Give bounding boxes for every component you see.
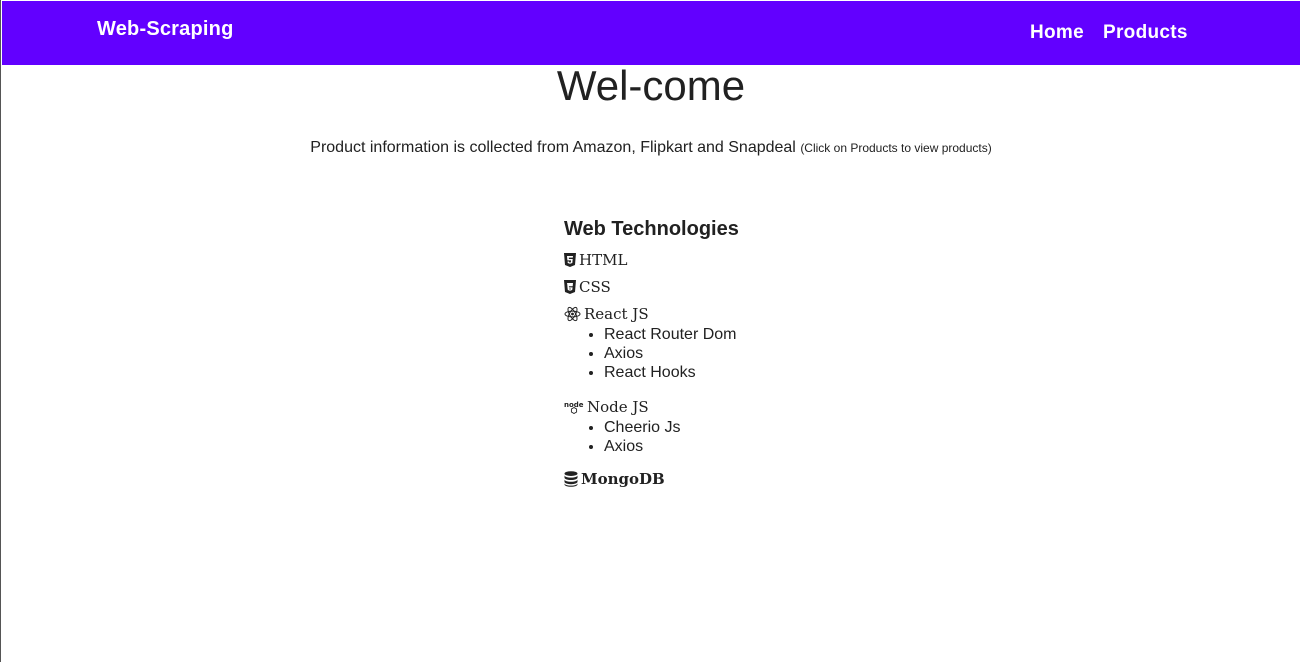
tech-label-node: Node JS (587, 398, 649, 416)
list-item: Axios (604, 344, 864, 363)
list-item: React Hooks (604, 363, 864, 382)
intro-note: (Click on Products to view products) (800, 141, 992, 155)
node-sub-list: Cheerio Js Axios (564, 418, 864, 456)
page: Web-Scraping Home Products Wel-come Prod… (0, 0, 1300, 662)
react-sub-list: React Router Dom Axios React Hooks (564, 325, 864, 382)
list-item: React Router Dom (604, 325, 864, 344)
web-technologies-section: Web Technologies HTML CSS React JS • Rea… (564, 216, 864, 490)
list-item: Cheerio Js (604, 418, 864, 437)
tech-item-html: HTML (564, 249, 864, 271)
tech-label-mongodb: MongoDB (581, 470, 665, 488)
welcome-heading: Wel-come (556, 62, 746, 109)
css3-icon (564, 280, 576, 294)
tech-label-css: CSS (579, 278, 611, 296)
intro-main: Product information is collected from Am… (310, 139, 796, 156)
nav-home-link[interactable]: Home (1030, 22, 1084, 44)
tech-label-react: React JS (584, 305, 649, 323)
react-icon (564, 306, 581, 322)
navbar: Web-Scraping Home Products (2, 1, 1300, 65)
tech-item-react: React JS (564, 303, 864, 325)
nodejs-icon: node (564, 400, 584, 414)
list-item: Axios (604, 437, 864, 456)
brand-link[interactable]: Web-Scraping (97, 18, 234, 41)
intro-text: Product information is collected from Am… (1, 139, 1300, 157)
database-icon (564, 471, 578, 487)
tech-item-node: node Node JS (564, 396, 864, 418)
html5-icon (564, 253, 576, 267)
tech-item-mongodb: MongoDB (564, 468, 864, 490)
web-technologies-title: Web Technologies (564, 218, 739, 240)
tech-label-html: HTML (579, 251, 628, 269)
nav-products-link[interactable]: Products (1103, 22, 1188, 44)
tech-item-css: CSS (564, 276, 864, 298)
